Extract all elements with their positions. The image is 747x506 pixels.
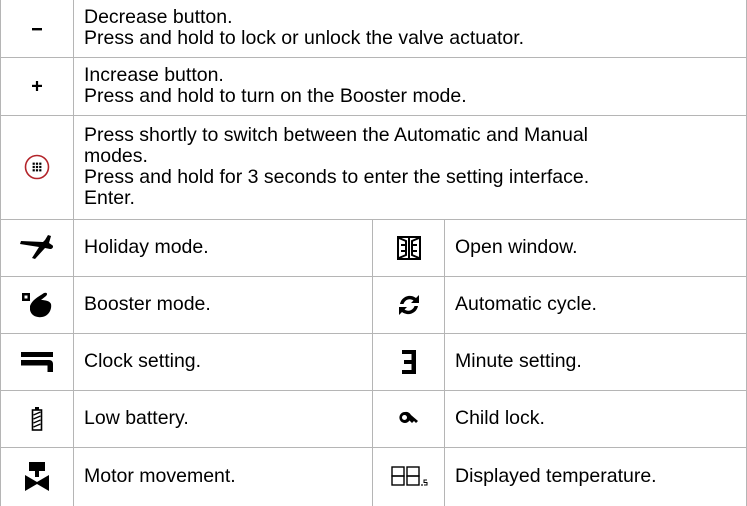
table-row: Motor movement. Displayed temperature. [0, 446, 747, 506]
low-battery-icon [31, 406, 43, 432]
description-line: Press shortly to switch between the Auto… [84, 124, 589, 146]
table-row: Booster mode. Automatic cycle. [0, 275, 747, 334]
table-row: Clock setting. Minute setting. [0, 332, 747, 391]
label-cell: Minute setting. [443, 332, 747, 391]
booster-hand-icon [20, 290, 54, 320]
description-line: modes. [84, 145, 148, 167]
airplane-icon [19, 233, 55, 263]
description-cell: Increase button. Press and hold to turn … [72, 56, 747, 116]
icon-cell [0, 275, 74, 334]
menu-button-icon [24, 154, 50, 180]
icon-cell [0, 0, 74, 58]
label-cell: Automatic cycle. [443, 275, 747, 334]
table-row: Increase button. Press and hold to turn … [0, 56, 747, 116]
icon-cell [0, 332, 74, 391]
description-line: Enter. [84, 187, 135, 209]
open-window-icon [395, 234, 423, 262]
plus-icon [31, 80, 43, 92]
minus-icon [31, 26, 43, 32]
cycle-arrows-icon [395, 291, 423, 319]
icon-cell [0, 389, 74, 448]
icon-cell [372, 332, 445, 391]
clock-setting-h-icon [19, 350, 55, 374]
key-icon [398, 410, 420, 428]
icon-legend-table: Decrease button. Press and hold to lock … [0, 0, 747, 506]
description-line: Press and hold to turn on the Booster mo… [84, 85, 467, 107]
icon-cell [372, 389, 445, 448]
icon-cell [0, 446, 74, 506]
table-row: Low battery. Child lock. [0, 389, 747, 448]
label-cell: Open window. [443, 218, 747, 277]
icon-cell [0, 114, 74, 220]
table-row: Decrease button. Press and hold to lock … [0, 0, 747, 58]
label-cell: Clock setting. [73, 332, 373, 391]
label-cell: Low battery. [73, 389, 373, 448]
label-cell: Holiday mode. [73, 218, 373, 277]
icon-cell [0, 56, 74, 116]
icon-cell [372, 275, 445, 334]
seven-segment-88-icon [390, 465, 428, 489]
icon-cell [372, 218, 445, 277]
label-cell: Motor movement. [73, 446, 373, 506]
description-line: Decrease button. [84, 6, 233, 29]
icon-cell [372, 446, 445, 506]
minute-setting-m-icon [399, 348, 419, 376]
table-row: Press shortly to switch between the Auto… [0, 114, 747, 220]
description-cell: Press shortly to switch between the Auto… [72, 114, 747, 220]
valve-motor-icon [23, 461, 51, 493]
icon-cell [0, 218, 74, 277]
label-cell: Booster mode. [73, 275, 373, 334]
label-cell: Displayed temperature. [443, 446, 747, 506]
description-line: Press and hold for 3 seconds to enter th… [84, 166, 590, 188]
description-line: Press and hold to lock or unlock the val… [84, 27, 525, 50]
table-row: Holiday mode. Open window. [0, 218, 747, 277]
description-cell: Decrease button. Press and hold to lock … [72, 0, 747, 58]
description-line: Increase button. [84, 64, 224, 86]
label-cell: Child lock. [443, 389, 747, 448]
